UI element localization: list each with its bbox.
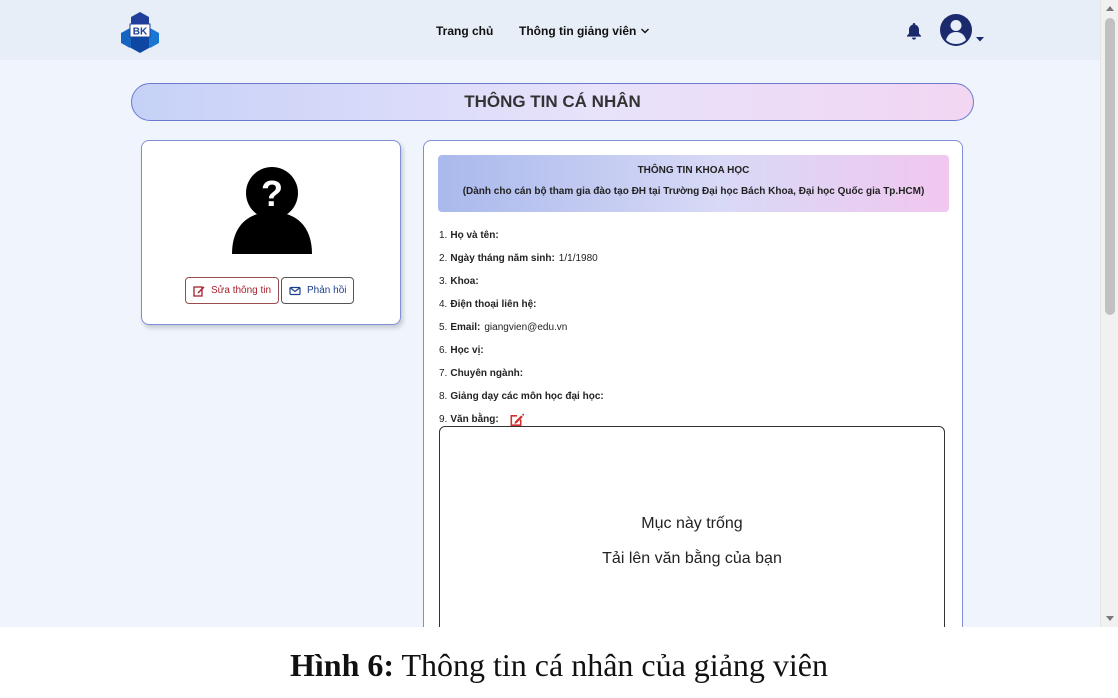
info-label: Khoa:	[450, 275, 479, 287]
diploma-upload-prompt: Tải lên văn bằng của bạn	[602, 550, 782, 567]
info-value: 1/1/1980	[558, 252, 598, 264]
info-num: 2.	[439, 252, 448, 264]
bk-logo-icon[interactable]: BK	[118, 11, 162, 53]
info-label: Email:	[450, 321, 481, 333]
info-list: 1. Họ và tên: 2. Ngày tháng năm sinh: 1/…	[439, 224, 608, 431]
edit-diploma-icon[interactable]	[509, 412, 524, 427]
science-info-card: THÔNG TIN KHOA HỌC (Dành cho cán bộ tham…	[423, 140, 963, 627]
diploma-upload-area[interactable]: Mục này trống Tải lên văn bằng của bạn	[439, 426, 945, 627]
info-row-email: 5. Email: giangvien@edu.vn	[439, 316, 608, 339]
nav-teacher-info-label: Thông tin giảng viên	[519, 24, 637, 38]
page-title: THÔNG TIN CÁ NHÂN	[131, 83, 974, 121]
info-label: Giảng dạy các môn học đại học:	[450, 390, 604, 402]
info-row-degree-title: 6. Học vị:	[439, 339, 608, 362]
info-label: Văn bằng:	[450, 413, 499, 425]
info-num: 1.	[439, 229, 448, 241]
info-num: 8.	[439, 390, 448, 402]
info-num: 7.	[439, 367, 448, 379]
unknown-person-icon: ?	[232, 167, 312, 254]
figure-caption-prefix: Hình 6:	[290, 647, 395, 683]
info-row-name: 1. Họ và tên:	[439, 224, 608, 247]
info-row-courses: 8. Giảng dạy các môn học đại học:	[439, 385, 608, 408]
feedback-button[interactable]: Phản hồi	[281, 277, 355, 304]
info-num: 6.	[439, 344, 448, 356]
logo-text: BK	[133, 27, 148, 38]
figure-caption-text: Thông tin cá nhân của giảng viên	[394, 647, 828, 683]
info-num: 5.	[439, 321, 448, 333]
scrollbar-thumb[interactable]	[1105, 18, 1115, 315]
science-info-title: THÔNG TIN KHOA HỌC	[637, 165, 750, 176]
svg-text:?: ?	[261, 173, 283, 214]
bell-icon[interactable]	[906, 22, 922, 40]
scroll-up-arrow-icon[interactable]	[1106, 6, 1114, 11]
navbar: BK Trang chủ Thông tin giảng viên	[0, 0, 1100, 60]
envelope-icon	[289, 286, 301, 295]
info-label: Họ và tên:	[450, 229, 499, 241]
science-info-subtitle: (Dành cho cán bộ tham gia đào tạo ĐH tại…	[462, 186, 925, 197]
info-row-phone: 4. Điện thoại liên hệ:	[439, 293, 608, 316]
info-num: 3.	[439, 275, 448, 287]
info-row-birthdate: 2. Ngày tháng năm sinh: 1/1/1980	[439, 247, 608, 270]
info-label: Điện thoại liên hệ:	[450, 298, 537, 310]
user-account-icon[interactable]	[939, 13, 987, 47]
info-label: Chuyên ngành:	[450, 367, 524, 379]
science-info-header: THÔNG TIN KHOA HỌC (Dành cho cán bộ tham…	[438, 155, 949, 212]
scroll-down-arrow-icon[interactable]	[1106, 616, 1114, 621]
info-row-major: 7. Chuyên ngành:	[439, 362, 608, 385]
edit-profile-label: Sửa thông tin	[211, 285, 272, 296]
info-row-faculty: 3. Khoa:	[439, 270, 608, 293]
info-num: 9.	[439, 413, 448, 425]
feedback-label: Phản hồi	[307, 285, 347, 296]
edit-icon	[193, 285, 205, 297]
nav-home-link[interactable]: Trang chủ	[436, 24, 493, 38]
profile-card: ? Sửa thông tin Phản hồi	[141, 140, 401, 325]
info-value: giangvien@edu.vn	[484, 321, 568, 333]
app-viewport: BK Trang chủ Thông tin giảng viên THÔNG …	[0, 0, 1100, 627]
info-label: Học vị:	[450, 344, 484, 356]
info-num: 4.	[439, 298, 448, 310]
page-scrollbar[interactable]	[1100, 0, 1118, 627]
info-label: Ngày tháng năm sinh:	[450, 252, 555, 264]
diploma-empty-text: Mục này trống	[641, 515, 743, 532]
edit-profile-button[interactable]: Sửa thông tin	[185, 277, 280, 304]
nav-teacher-info-dropdown[interactable]: Thông tin giảng viên	[519, 24, 650, 38]
chevron-down-icon	[641, 28, 650, 34]
figure-caption: Hình 6: Thông tin cá nhân của giảng viên	[0, 647, 1118, 684]
